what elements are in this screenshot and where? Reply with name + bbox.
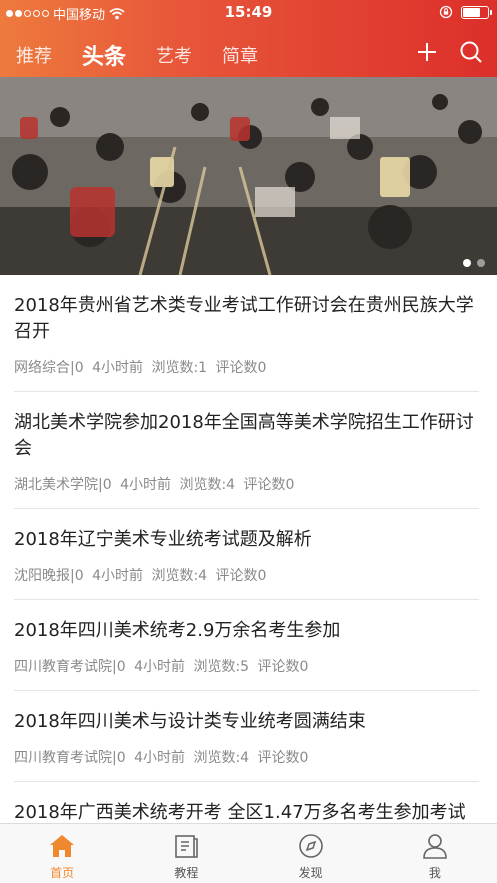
pager-dot-active [463, 259, 471, 267]
tabbar-me[interactable]: 我 [373, 824, 497, 883]
news-title: 2018年辽宁美术专业统考试题及解析 [14, 529, 312, 550]
news-meta: 网络综合|0 4小时前 浏览数:1 评论数0 [14, 357, 479, 392]
tabbar-label: 首页 [50, 866, 75, 880]
battery-icon [461, 5, 492, 19]
banner-carousel[interactable] [0, 77, 497, 275]
tab-brochure[interactable]: 简章 [222, 42, 258, 68]
status-time: 15:49 [224, 3, 273, 21]
news-views: 浏览数:4 [179, 477, 236, 493]
news-meta: 湖北美术学院|0 4小时前 浏览数:4 评论数0 [14, 474, 479, 509]
news-meta: 四川教育考试院|0 4小时前 浏览数:5 评论数0 [14, 656, 479, 691]
news-title: 2018年贵州省艺术类专业考试工作研讨会在贵州民族大学召开 [14, 295, 474, 342]
list-item[interactable]: 2018年广西美术统考开考 全区1.47万多名考生参加考试 [0, 782, 497, 823]
banner-pager [463, 259, 485, 267]
news-time: 4小时前 [92, 568, 143, 584]
tab-art-exam[interactable]: 艺考 [156, 42, 192, 68]
app-header: 中国移动 15:49 推荐 头条 艺考 简章 [0, 0, 497, 77]
tabbar-home[interactable]: 首页 [0, 824, 124, 883]
nav-actions [415, 40, 483, 64]
news-comments: 评论数0 [243, 477, 295, 493]
news-views: 浏览数:4 [151, 568, 208, 584]
news-title: 2018年四川美术统考2.9万余名考生参加 [14, 620, 341, 641]
news-source: 四川教育考试院|0 [14, 659, 126, 675]
channel-tabs: 推荐 头条 艺考 简章 [0, 38, 272, 72]
news-views: 浏览数:1 [151, 360, 208, 376]
news-time: 4小时前 [134, 659, 185, 675]
list-item[interactable]: 2018年四川美术统考2.9万余名考生参加 四川教育考试院|0 4小时前 浏览数… [0, 600, 497, 691]
list-item[interactable]: 2018年辽宁美术专业统考试题及解析 沈阳晚报|0 4小时前 浏览数:4 评论数… [0, 509, 497, 600]
news-time: 4小时前 [92, 360, 143, 376]
news-comments: 评论数0 [215, 360, 267, 376]
list-item[interactable]: 2018年贵州省艺术类专业考试工作研讨会在贵州民族大学召开 网络综合|0 4小时… [0, 275, 497, 392]
list-item[interactable]: 湖北美术学院参加2018年全国高等美术学院招生工作研讨会 湖北美术学院|0 4小… [0, 392, 497, 509]
search-icon[interactable] [459, 40, 483, 64]
news-source: 沈阳晚报|0 [14, 568, 84, 584]
news-time: 4小时前 [120, 477, 171, 493]
list-item[interactable]: 2018年四川美术与设计类专业统考圆满结束 四川教育考试院|0 4小时前 浏览数… [0, 691, 497, 782]
news-title: 湖北美术学院参加2018年全国高等美术学院招生工作研讨会 [14, 412, 474, 459]
status-bar: 中国移动 15:49 [0, 0, 497, 26]
tabbar-discover[interactable]: 发现 [249, 824, 373, 883]
news-title: 2018年广西美术统考开考 全区1.47万多名考生参加考试 [14, 802, 466, 823]
person-icon [423, 834, 447, 859]
add-icon[interactable] [415, 40, 439, 64]
news-meta: 沈阳晚报|0 4小时前 浏览数:4 评论数0 [14, 565, 479, 600]
tabbar-label: 我 [428, 866, 441, 880]
compass-icon [298, 834, 323, 858]
tabbar-label: 教程 [174, 866, 199, 880]
news-comments: 评论数0 [257, 659, 309, 675]
banner-photo [0, 77, 497, 275]
news-comments: 评论数0 [215, 568, 267, 584]
news-source: 湖北美术学院|0 [14, 477, 112, 493]
news-time: 4小时前 [134, 750, 185, 766]
tab-recommend[interactable]: 推荐 [16, 42, 52, 68]
news-source: 四川教育考试院|0 [14, 750, 126, 766]
tab-headlines[interactable]: 头条 [82, 39, 126, 71]
news-list: 2018年贵州省艺术类专业考试工作研讨会在贵州民族大学召开 网络综合|0 4小时… [0, 275, 497, 823]
book-icon [175, 835, 199, 858]
news-source: 网络综合|0 [14, 360, 84, 376]
news-views: 浏览数:5 [193, 659, 250, 675]
rotation-lock-icon [439, 5, 453, 19]
home-icon [50, 835, 75, 857]
news-comments: 评论数0 [257, 750, 309, 766]
news-meta: 四川教育考试院|0 4小时前 浏览数:4 评论数0 [14, 747, 479, 782]
pager-dot [477, 259, 485, 267]
status-right [439, 5, 492, 19]
news-views: 浏览数:4 [193, 750, 250, 766]
news-title: 2018年四川美术与设计类专业统考圆满结束 [14, 711, 366, 732]
tabbar-tutorial[interactable]: 教程 [124, 824, 248, 883]
tabbar-label: 发现 [298, 866, 323, 880]
bottom-tab-bar: 首页 教程 发现 我 [0, 823, 497, 883]
